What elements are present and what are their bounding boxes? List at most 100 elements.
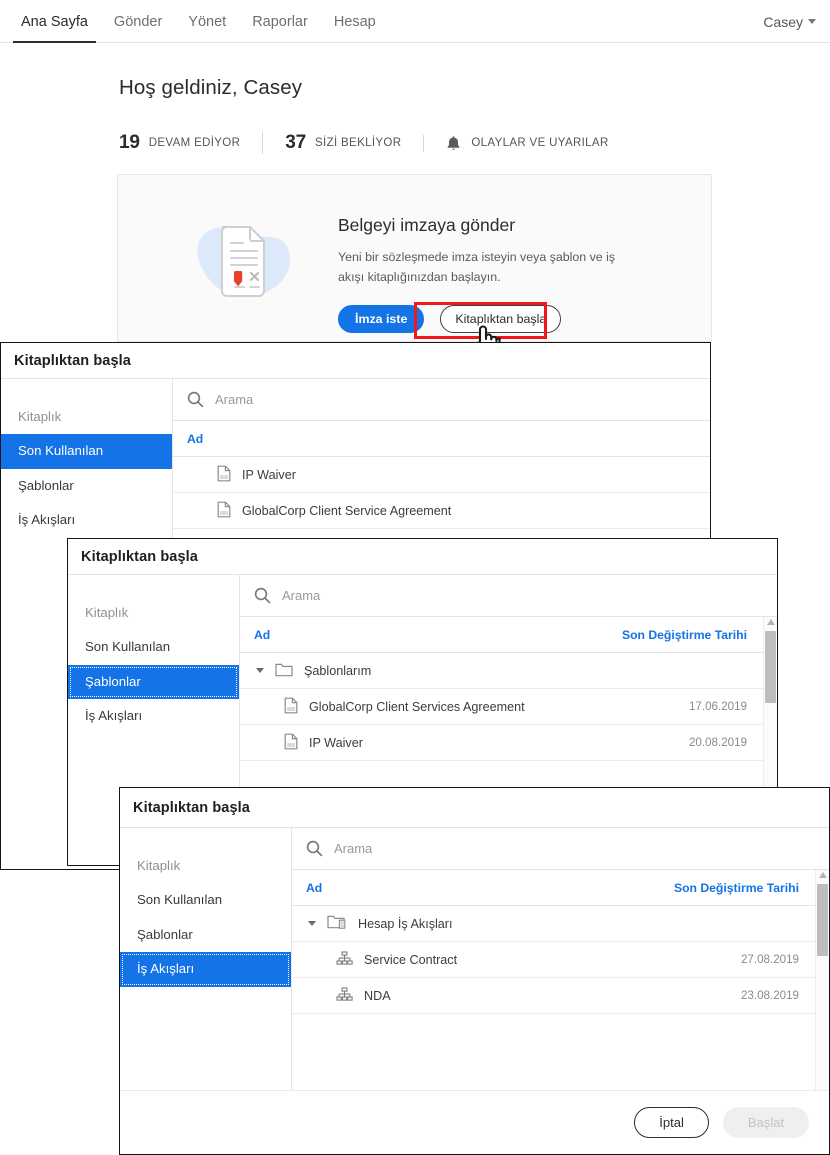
row-name-cell: GlobalCorp Client Services Agreement bbox=[240, 697, 689, 717]
column-header-name[interactable]: Ad bbox=[292, 881, 674, 895]
row-name-text: Service Contract bbox=[364, 952, 458, 967]
nav-tab-yonet[interactable]: Yönet bbox=[175, 0, 239, 43]
row-name-text: IP Waiver bbox=[242, 467, 296, 482]
document-icon bbox=[284, 733, 298, 753]
sidebar-item-sablonlar[interactable]: Şablonlar bbox=[68, 664, 239, 700]
scrollbar-thumb[interactable] bbox=[765, 631, 776, 703]
row-name-cell: IP Waiver bbox=[240, 733, 689, 753]
table-row[interactable]: NDA 23.08.2019 bbox=[292, 978, 815, 1014]
sidebar-section-header: Kitaplık bbox=[137, 858, 181, 873]
nav-tab-label: Gönder bbox=[113, 13, 163, 30]
search-placeholder: Arama bbox=[215, 392, 254, 407]
table-header: Ad bbox=[173, 421, 710, 457]
row-name-cell: Service Contract bbox=[292, 950, 741, 969]
sidebar-section-header: Kitaplık bbox=[18, 409, 62, 424]
row-date-cell: 20.08.2019 bbox=[688, 736, 747, 749]
folder-icon bbox=[275, 662, 293, 680]
dialog-title: Kitaplıktan başla bbox=[133, 799, 250, 816]
sidebar-item-is-akislari[interactable]: İş Akışları bbox=[68, 699, 239, 734]
document-icon bbox=[217, 501, 231, 521]
search-field[interactable]: Arama bbox=[173, 379, 710, 421]
nav-tab-label: Raporlar bbox=[252, 13, 308, 30]
bell-icon bbox=[446, 135, 461, 152]
row-date-cell: 27.08.2019 bbox=[740, 953, 799, 966]
table-row[interactable]: IP Waiver 20.08.2019 bbox=[240, 725, 763, 761]
chevron-down-icon bbox=[808, 19, 816, 24]
user-menu-label: Casey bbox=[763, 13, 803, 30]
sidebar-item-sablonlar[interactable]: Şablonlar bbox=[120, 918, 291, 953]
dialog-title: Kitaplıktan başla bbox=[14, 352, 131, 369]
nav-items: Ana Sayfa Gönder Yönet Raporlar Hesap bbox=[8, 0, 389, 43]
search-icon bbox=[254, 587, 271, 604]
sidebar-item-is-akislari[interactable]: İş Akışları bbox=[1, 503, 172, 538]
sidebar-item-son-kullanilan[interactable]: Son Kullanılan bbox=[1, 434, 172, 469]
caret-down-icon[interactable] bbox=[308, 921, 316, 926]
table-header: Ad Son Değiştirme Tarihi bbox=[240, 617, 763, 653]
table-row[interactable]: GlobalCorp Client Service Agreement bbox=[173, 493, 710, 529]
table-row-folder[interactable]: Hesap İş Akışları bbox=[292, 906, 815, 942]
nav-tab-ana-sayfa[interactable]: Ana Sayfa bbox=[8, 0, 101, 43]
hero-card: Belgeyi imzaya gönder Yeni bir sözleşmed… bbox=[117, 174, 712, 342]
sidebar-item-sablonlar[interactable]: Şablonlar bbox=[1, 469, 172, 504]
app-screenshot: Ana Sayfa Gönder Yönet Raporlar Hesap Ca… bbox=[0, 0, 830, 1155]
caret-down-icon[interactable] bbox=[256, 668, 264, 673]
nav-tab-hesap[interactable]: Hesap bbox=[321, 0, 389, 43]
stat-in-progress[interactable]: 19 DEVAM EDİYOR bbox=[119, 132, 262, 154]
column-header-name[interactable]: Ad bbox=[240, 628, 622, 642]
row-name-cell: Hesap İş Akışları bbox=[292, 914, 799, 933]
table-row[interactable]: Service Contract 27.08.2019 bbox=[292, 942, 815, 978]
nav-tab-label: Ana Sayfa bbox=[21, 13, 88, 30]
sidebar-item-son-kullanilan[interactable]: Son Kullanılan bbox=[120, 883, 291, 918]
hero-actions: İmza iste Kitaplıktan başla bbox=[338, 305, 562, 333]
user-menu[interactable]: Casey bbox=[763, 0, 816, 43]
workflow-icon bbox=[336, 950, 353, 969]
vertical-scrollbar[interactable] bbox=[815, 870, 829, 1090]
dialog-main: Arama Ad Son Değiştirme Tarihi bbox=[292, 828, 829, 1090]
row-date-cell: 23.08.2019 bbox=[740, 989, 799, 1002]
row-name-cell: IP Waiver bbox=[173, 465, 710, 485]
column-header-date[interactable]: Son Değiştirme Tarihi bbox=[674, 881, 815, 895]
column-header-name[interactable]: Ad bbox=[173, 432, 710, 446]
folder-account-icon bbox=[327, 914, 347, 933]
hero-heading: Belgeyi imzaya gönder bbox=[338, 215, 516, 235]
table-row[interactable]: GlobalCorp Client Services Agreement 17.… bbox=[240, 689, 763, 725]
search-placeholder: Arama bbox=[282, 588, 321, 603]
request-signature-button[interactable]: İmza iste bbox=[338, 305, 425, 333]
table-row[interactable]: IP Waiver bbox=[173, 457, 710, 493]
cancel-button[interactable]: İptal bbox=[634, 1107, 709, 1138]
dialog-header: Kitaplıktan başla bbox=[68, 539, 777, 575]
row-name-cell: GlobalCorp Client Service Agreement bbox=[173, 501, 710, 521]
row-name-text: NDA bbox=[364, 988, 391, 1003]
nav-tab-gonder[interactable]: Gönder bbox=[101, 0, 175, 43]
row-name-text: GlobalCorp Client Service Agreement bbox=[242, 503, 452, 518]
column-header-date[interactable]: Son Değiştirme Tarihi bbox=[622, 628, 763, 642]
row-name-cell: Şablonlarım bbox=[240, 662, 747, 680]
stat-waiting-for-you[interactable]: 37 SİZİ BEKLİYOR bbox=[262, 132, 423, 154]
row-name-text: Şablonlarım bbox=[304, 663, 372, 678]
nav-tab-raporlar[interactable]: Raporlar bbox=[239, 0, 321, 43]
scroll-up-arrow-icon[interactable] bbox=[818, 872, 827, 878]
sidebar-section-header: Kitaplık bbox=[85, 605, 129, 620]
dialog-footer: İptal Başlat bbox=[120, 1090, 829, 1154]
scrollbar-thumb[interactable] bbox=[817, 884, 828, 956]
row-name-text: GlobalCorp Client Services Agreement bbox=[309, 699, 525, 714]
stat-number: 19 bbox=[119, 132, 140, 153]
sidebar-item-is-akislari[interactable]: İş Akışları bbox=[120, 952, 291, 987]
nav-tab-label: Hesap bbox=[333, 13, 376, 30]
stat-events-and-alerts[interactable]: OLAYLAR VE UYARILAR bbox=[423, 134, 630, 152]
dialog-header: Kitaplıktan başla bbox=[1, 343, 710, 379]
hero-text-block: Belgeyi imzaya gönder Yeni bir sözleşmed… bbox=[338, 215, 691, 287]
dialog-body: Kitaplık Son Kullanılan Şablonlar İş Akı… bbox=[120, 828, 829, 1090]
scroll-up-arrow-icon[interactable] bbox=[766, 619, 775, 625]
table-row-folder[interactable]: Şablonlarım bbox=[240, 653, 763, 689]
start-from-library-button[interactable]: Kitaplıktan başla bbox=[440, 305, 562, 333]
stat-label: OLAYLAR VE UYARILAR bbox=[471, 137, 609, 149]
nav-tab-label: Yönet bbox=[188, 13, 227, 30]
sidebar-item-son-kullanilan[interactable]: Son Kullanılan bbox=[68, 630, 239, 665]
row-name-text: Hesap İş Akışları bbox=[358, 916, 453, 931]
document-icon bbox=[284, 697, 298, 717]
dialog-header: Kitaplıktan başla bbox=[120, 788, 829, 828]
search-field[interactable]: Arama bbox=[240, 575, 777, 617]
search-field[interactable]: Arama bbox=[292, 828, 829, 870]
page-title: Hoş geldiniz, Casey bbox=[119, 76, 303, 99]
